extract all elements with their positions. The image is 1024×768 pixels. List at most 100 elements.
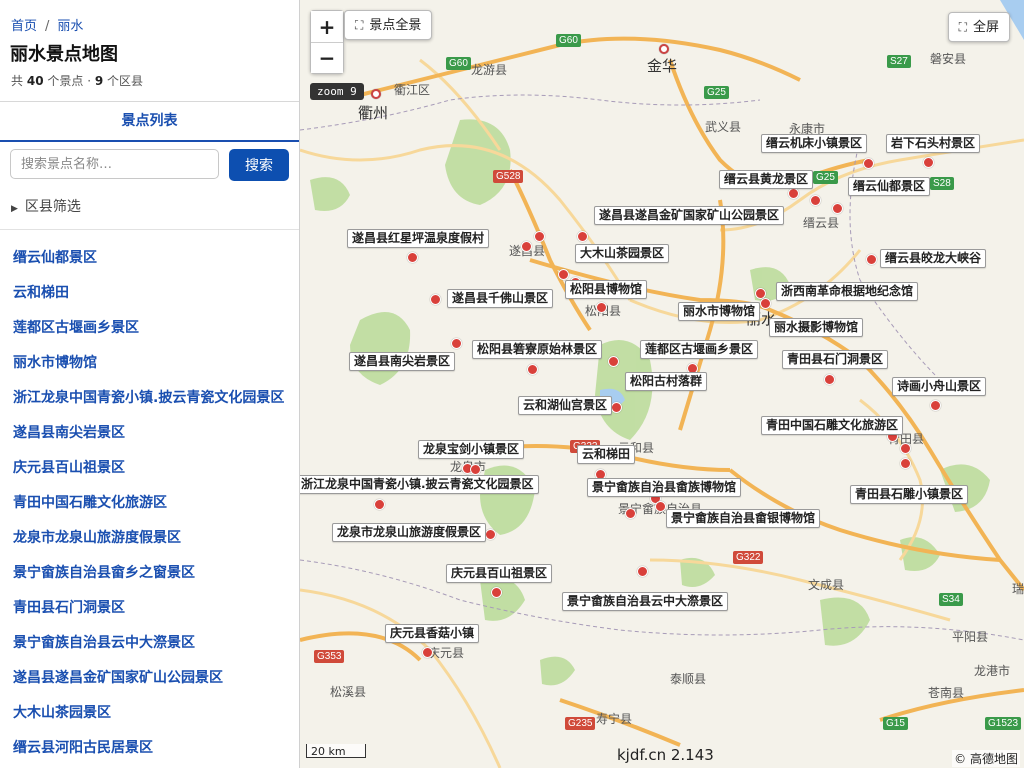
overview-button[interactable]: ⛶ 景点全景 (344, 10, 433, 40)
poi-label[interactable]: 云和湖仙宫景区 (518, 396, 613, 415)
poi-marker[interactable] (485, 529, 496, 540)
poi-marker[interactable] (923, 157, 934, 168)
poi-label[interactable]: 缙云仙都景区 (848, 177, 931, 196)
poi-label[interactable]: 诗画小舟山景区 (892, 377, 987, 396)
list-item[interactable]: 景宁畲族自治县畲乡之窗景区 (0, 556, 299, 591)
poi-label[interactable]: 景宁畲族自治县畲族博物馆 (587, 478, 742, 497)
poi-label[interactable]: 庆元县百山祖景区 (446, 564, 553, 583)
list-item[interactable]: 青田县石门洞景区 (0, 591, 299, 626)
poi-label[interactable]: 青田中国石雕文化旅游区 (761, 416, 904, 435)
list-item[interactable]: 遂昌县南尖岩景区 (0, 416, 299, 451)
poi-marker[interactable] (608, 356, 619, 367)
breadcrumb-home-link[interactable]: 首页 (11, 19, 37, 34)
poi-label[interactable]: 遂昌县南尖岩景区 (349, 352, 456, 371)
poi-label[interactable]: 遂昌县红星坪温泉度假村 (347, 229, 490, 248)
poi-label[interactable]: 浙江龙泉中国青瓷小镇.披云青瓷文化园景区 (300, 475, 539, 494)
poi-marker[interactable] (422, 647, 433, 658)
list-item[interactable]: 庆元县百山祖景区 (0, 451, 299, 486)
poi-marker[interactable] (863, 158, 874, 169)
breadcrumb-current-link[interactable]: 丽水 (57, 19, 83, 34)
poi-label[interactable]: 松阳古村落群 (625, 372, 708, 391)
fullscreen-button[interactable]: ⛶ 全屏 (947, 12, 1010, 42)
list-item[interactable]: 青田中国石雕文化旅游区 (0, 486, 299, 521)
poi-marker[interactable] (558, 269, 569, 280)
poi-label[interactable]: 青田县石雕小镇景区 (850, 485, 969, 504)
poi-marker[interactable] (491, 587, 502, 598)
poi-marker[interactable] (534, 231, 545, 242)
poi-marker[interactable] (625, 508, 636, 519)
poi-label[interactable]: 丽水摄影博物馆 (769, 318, 864, 337)
list-item[interactable]: 丽水市博物馆 (0, 346, 299, 381)
poi-label[interactable]: 缙云机床小镇景区 (761, 134, 868, 153)
poi-marker[interactable] (611, 402, 622, 413)
poi-marker[interactable] (451, 338, 462, 349)
poi-marker[interactable] (374, 499, 385, 510)
search-button[interactable]: 搜索 (229, 149, 289, 181)
poi-marker[interactable] (577, 231, 588, 242)
list-item[interactable]: 缙云仙都景区 (0, 241, 299, 276)
poi-label[interactable]: 浙西南革命根据地纪念馆 (776, 282, 919, 301)
poi-label[interactable]: 龙泉市龙泉山旅游度假景区 (332, 523, 487, 542)
tab-spot-list[interactable]: 景点列表 (0, 102, 299, 142)
road-shield: S34 (939, 593, 963, 606)
poi-label[interactable]: 云和梯田 (577, 445, 636, 464)
zoom-in-button[interactable]: + (311, 11, 343, 42)
poi-marker[interactable] (470, 464, 481, 475)
road-shield: G25 (704, 86, 729, 99)
zoom-out-button[interactable]: − (311, 42, 343, 73)
poi-label[interactable]: 大木山茶园景区 (575, 244, 670, 263)
place-label: 衢江区 (394, 83, 431, 97)
list-item[interactable]: 大木山茶园景区 (0, 696, 299, 731)
poi-label[interactable]: 缙云县黄龙景区 (719, 170, 814, 189)
poi-marker[interactable] (760, 298, 771, 309)
poi-label[interactable]: 莲都区古堰画乡景区 (640, 340, 759, 359)
poi-label[interactable]: 缙云县皎龙大峡谷 (880, 249, 987, 268)
poi-label[interactable]: 庆元县香菇小镇 (385, 624, 480, 643)
list-item[interactable]: 浙江龙泉中国青瓷小镇.披云青瓷文化园景区 (0, 381, 299, 416)
district-filter-label: 区县筛选 (24, 199, 81, 215)
poi-label[interactable]: 景宁畲族自治县畲银博物馆 (666, 509, 821, 528)
district-filter-toggle[interactable]: ▶ 区县筛选 (11, 196, 81, 216)
poi-marker[interactable] (407, 252, 418, 263)
list-item[interactable]: 景宁畲族自治县云中大漈景区 (0, 626, 299, 661)
page-title: 丽水景点地图 (10, 44, 118, 65)
poi-label[interactable]: 岩下石头村景区 (886, 134, 981, 153)
list-item[interactable]: 莲都区古堰画乡景区 (0, 311, 299, 346)
place-label: 寿宁县 (596, 712, 633, 726)
poi-marker[interactable] (930, 400, 941, 411)
list-item[interactable]: 缙云县河阳古民居景区 (0, 731, 299, 766)
poi-marker[interactable] (596, 302, 607, 313)
poi-marker[interactable] (832, 203, 843, 214)
poi-marker[interactable] (788, 188, 799, 199)
poi-marker[interactable] (527, 364, 538, 375)
spot-list: 缙云仙都景区 云和梯田 莲都区古堰画乡景区 丽水市博物馆 浙江龙泉中国青瓷小镇.… (0, 241, 299, 766)
place-label: 苍南县 (928, 686, 965, 700)
poi-label[interactable]: 青田县石门洞景区 (782, 350, 889, 369)
search-input[interactable] (10, 149, 219, 179)
poi-marker[interactable] (521, 241, 532, 252)
poi-marker[interactable] (810, 195, 821, 206)
poi-label[interactable]: 景宁畲族自治县云中大漈景区 (562, 592, 729, 611)
poi-label[interactable]: 丽水市博物馆 (678, 302, 761, 321)
poi-label[interactable]: 松阳县博物馆 (565, 280, 648, 299)
place-label: 磐安县 (930, 52, 967, 66)
list-item[interactable]: 云和梯田 (0, 276, 299, 311)
map-view[interactable]: 金华 衢州 衢江区 龙游县 武义县 永康市 磐安县 缙云县 遂昌县 松阳县 丽水… (300, 0, 1024, 768)
poi-marker[interactable] (866, 254, 877, 265)
map-attribution[interactable]: © 高德地图 (952, 750, 1020, 767)
fullscreen-button-label: 全屏 (972, 20, 999, 35)
poi-marker[interactable] (824, 374, 835, 385)
list-item[interactable]: 遂昌县遂昌金矿国家矿山公园景区 (0, 661, 299, 696)
place-label: 平阳县 (952, 630, 989, 644)
list-item[interactable]: 龙泉市龙泉山旅游度假景区 (0, 521, 299, 556)
spot-count-unit: 个景点 · (47, 74, 92, 88)
poi-marker[interactable] (430, 294, 441, 305)
poi-label[interactable]: 遂昌县千佛山景区 (447, 289, 554, 308)
poi-marker[interactable] (637, 566, 648, 577)
poi-marker[interactable] (900, 458, 911, 469)
poi-label[interactable]: 遂昌县遂昌金矿国家矿山公园景区 (594, 206, 785, 225)
poi-label[interactable]: 松阳县箬寮原始林景区 (472, 340, 603, 359)
poi-label[interactable]: 龙泉宝剑小镇景区 (418, 440, 525, 459)
poi-marker[interactable] (655, 501, 666, 512)
poi-marker[interactable] (900, 443, 911, 454)
